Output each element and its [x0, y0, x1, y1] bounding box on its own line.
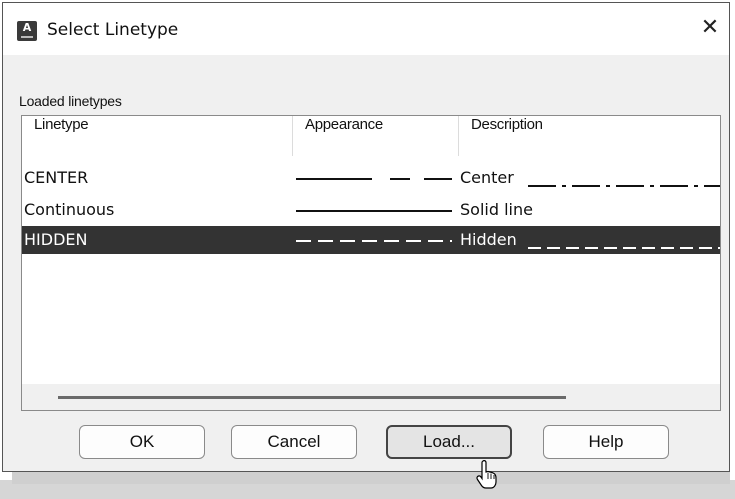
pointer-cursor-icon [476, 460, 497, 489]
close-icon[interactable]: ✕ [697, 15, 723, 41]
linetype-description: Hidden [460, 230, 517, 249]
loaded-linetypes-label: Loaded linetypes [19, 93, 122, 109]
linetype-appearance [296, 210, 452, 212]
help-button[interactable]: Help [543, 425, 669, 459]
list-header: Linetype Appearance Description [22, 116, 720, 156]
title-bar: A Select Linetype ✕ [3, 3, 729, 55]
description-pattern [528, 185, 720, 187]
linetype-list[interactable]: Linetype Appearance Description CENTER C… [21, 115, 721, 411]
list-item-hidden[interactable]: HIDDEN Hidden [22, 226, 720, 254]
cancel-button[interactable]: Cancel [231, 425, 357, 459]
list-item-continuous[interactable]: Continuous Solid line [22, 196, 720, 224]
app-icon: A [17, 21, 37, 41]
column-header-appearance[interactable]: Appearance [292, 116, 458, 156]
description-pattern [528, 247, 720, 249]
select-linetype-dialog: A Select Linetype ✕ Loaded linetypes Lin… [2, 2, 730, 472]
linetype-appearance [296, 240, 452, 242]
ok-button[interactable]: OK [79, 425, 205, 459]
dialog-shadow [12, 472, 730, 484]
linetype-description: Solid line [460, 200, 533, 219]
list-item-center[interactable]: CENTER Center [22, 164, 720, 192]
linetype-name: HIDDEN [24, 230, 88, 249]
linetype-appearance [296, 178, 452, 180]
horizontal-scrollbar[interactable] [22, 384, 720, 410]
dialog-title: Select Linetype [47, 20, 179, 40]
column-header-description[interactable]: Description [458, 116, 722, 156]
linetype-name: Continuous [24, 200, 115, 219]
scrollbar-thumb[interactable] [58, 396, 566, 399]
linetype-name: CENTER [24, 168, 89, 187]
load-button[interactable]: Load... [386, 425, 512, 459]
column-header-linetype[interactable]: Linetype [22, 116, 292, 156]
linetype-description: Center [460, 168, 514, 187]
